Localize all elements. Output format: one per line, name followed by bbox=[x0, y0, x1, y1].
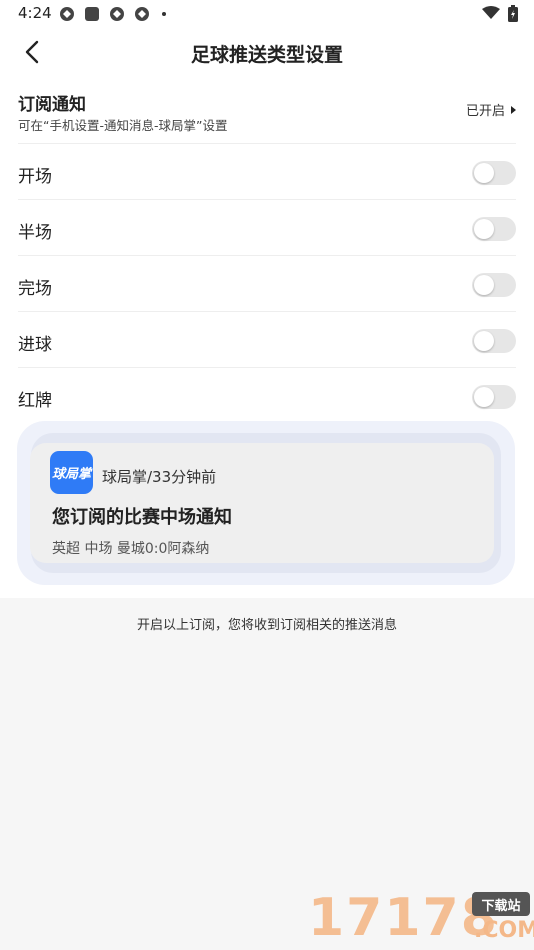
toggle-knob bbox=[474, 387, 494, 407]
watermark-badge: 下载站 bbox=[472, 892, 530, 916]
watermark-digits: 17178 bbox=[308, 888, 499, 948]
caret-right-icon bbox=[511, 105, 516, 114]
subscription-state[interactable]: 已开启 bbox=[466, 100, 516, 119]
kickoff-toggle[interactable] bbox=[472, 161, 516, 185]
watermark-suffix: .COM bbox=[474, 918, 534, 943]
red-card-toggle[interactable] bbox=[472, 385, 516, 409]
status-bar: 4:24 bbox=[0, 0, 534, 28]
wifi-icon bbox=[482, 6, 500, 19]
notification-body: 英超 中场 曼城0:0阿森纳 bbox=[52, 541, 210, 557]
app-notification-icon bbox=[85, 7, 99, 21]
subscription-state-label: 已开启 bbox=[465, 104, 505, 119]
setting-label: 红牌 bbox=[18, 391, 52, 411]
subscription-notice-row[interactable]: 订阅通知 可在“手机设置-通知消息-球局掌”设置 已开启 bbox=[18, 88, 516, 144]
subscription-title: 订阅通知 bbox=[18, 95, 86, 115]
setting-row-goal: 进球 bbox=[18, 312, 516, 368]
setting-label: 开场 bbox=[18, 167, 52, 187]
halftime-toggle[interactable] bbox=[472, 217, 516, 241]
battery-icon bbox=[508, 5, 518, 22]
app-logo-icon: 球局掌 bbox=[50, 451, 93, 494]
setting-label: 进球 bbox=[18, 335, 52, 355]
footer-hint: 开启以上订阅，您将收到订阅相关的推送消息 bbox=[136, 618, 397, 633]
subscription-description: 可在“手机设置-通知消息-球局掌”设置 bbox=[18, 118, 228, 133]
toggle-knob bbox=[474, 275, 494, 295]
more-notifications-dot bbox=[162, 12, 166, 16]
setting-label: 半场 bbox=[18, 223, 52, 243]
notification-meta: 球局掌/33分钟前 bbox=[102, 468, 217, 486]
setting-row-fulltime: 完场 bbox=[18, 256, 516, 312]
toggle-knob bbox=[474, 331, 494, 351]
setting-row-red-card: 红牌 bbox=[18, 368, 516, 424]
status-time: 4:24 bbox=[18, 4, 52, 22]
toggle-knob bbox=[474, 163, 494, 183]
toggle-knob bbox=[474, 219, 494, 239]
app-notification-icon bbox=[135, 7, 149, 21]
goal-toggle[interactable] bbox=[472, 329, 516, 353]
setting-row-kickoff: 开场 bbox=[18, 144, 516, 200]
fulltime-toggle[interactable] bbox=[472, 273, 516, 297]
app-notification-icon bbox=[110, 7, 124, 21]
page-title: 足球推送类型设置 bbox=[190, 44, 343, 66]
setting-label: 完场 bbox=[18, 279, 52, 299]
notification-title: 您订阅的比赛中场通知 bbox=[52, 507, 232, 528]
setting-row-halftime: 半场 bbox=[18, 200, 516, 256]
nav-bar: 足球推送类型设置 bbox=[0, 28, 534, 76]
app-notification-icon bbox=[60, 7, 74, 21]
notification-preview-card: 球局掌 球局掌/33分钟前 您订阅的比赛中场通知 英超 中场 曼城0:0阿森纳 bbox=[30, 443, 494, 563]
